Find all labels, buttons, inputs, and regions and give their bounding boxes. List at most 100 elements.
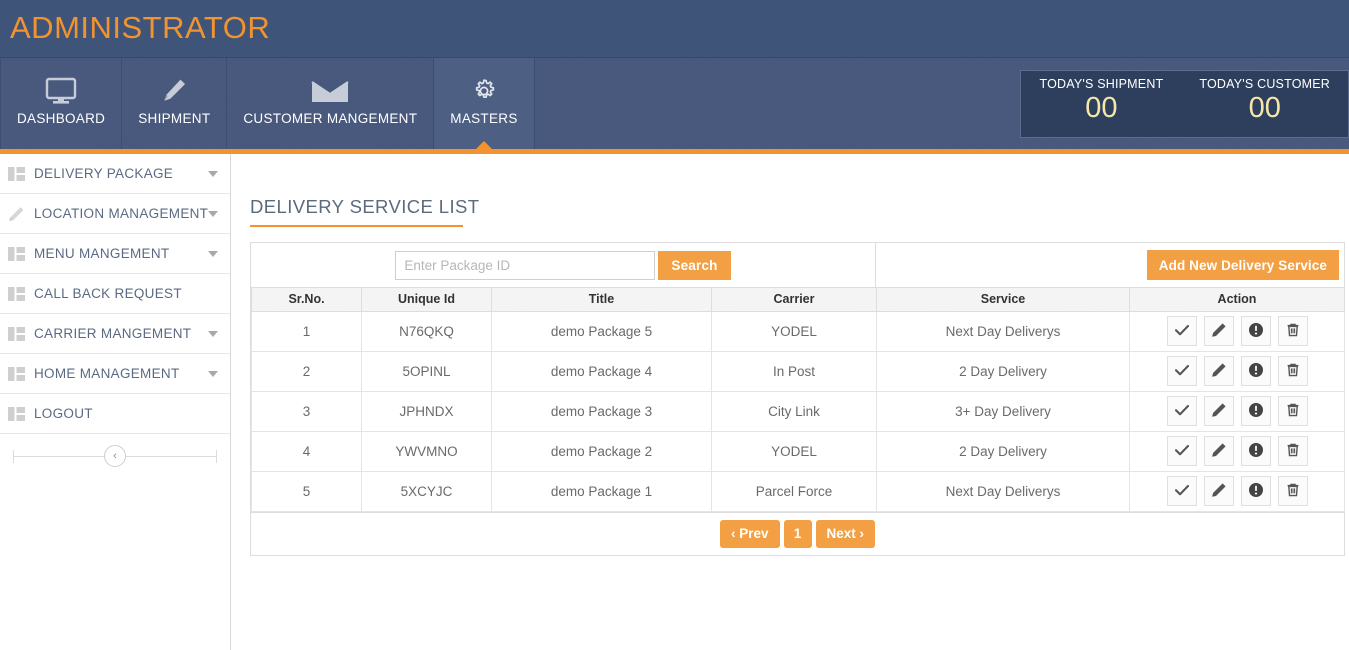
sidebar-item-label: CALL BACK REQUEST: [34, 286, 182, 301]
cell-carrier: YODEL: [711, 310, 877, 352]
check-icon: [1174, 322, 1190, 341]
pencil-action-button[interactable]: [1203, 396, 1234, 426]
info-action-button[interactable]: [1240, 356, 1271, 386]
cell-carrier: City Link: [711, 390, 877, 432]
trash-action-button[interactable]: [1277, 396, 1308, 426]
cell-srno: 4: [251, 430, 362, 472]
title-underline: [250, 225, 463, 227]
trash-icon: [1285, 322, 1301, 341]
column-header-service: Service: [876, 288, 1130, 312]
sidebar-item-carrier-mangement[interactable]: CARRIER MANGEMENT: [0, 314, 230, 354]
nav-item-masters[interactable]: MASTERS: [434, 58, 535, 150]
chevron-down-icon[interactable]: [208, 170, 218, 177]
column-header-action: Action: [1129, 288, 1345, 312]
info-action-button[interactable]: [1240, 396, 1271, 426]
stat-value: 00: [1085, 92, 1118, 124]
sidebar-item-delivery-package[interactable]: DELIVERY PACKAGE: [0, 154, 230, 194]
trash-action-button[interactable]: [1277, 356, 1308, 386]
nav-item-customer-mangement[interactable]: CUSTOMER MANGEMENT: [227, 58, 435, 150]
sidebar-item-menu-mangement[interactable]: MENU MANGEMENT: [0, 234, 230, 274]
pagination-prev-button[interactable]: ‹ Prev: [719, 519, 780, 548]
cell-srno: 5: [251, 470, 362, 512]
info-action-button[interactable]: [1240, 436, 1271, 466]
trash-action-button[interactable]: [1277, 436, 1308, 466]
check-action-button[interactable]: [1166, 436, 1197, 466]
pencil-action-button[interactable]: [1203, 316, 1234, 346]
nav-item-label: DASHBOARD: [17, 111, 106, 126]
nav-item-label: MASTERS: [450, 111, 518, 126]
stat-todays-customer: TODAY'S CUSTOMER 00: [1181, 77, 1348, 137]
grid-icon: [8, 326, 34, 341]
app-header: ADMINISTRATOR: [0, 0, 1349, 57]
info-icon: [1248, 402, 1264, 421]
info-action-button[interactable]: [1240, 316, 1271, 346]
table-row: 4 YWVMNO demo Package 2 YODEL 2 Day Delivery: [251, 430, 1345, 472]
pencil-icon: [1211, 362, 1227, 381]
chevron-down-icon[interactable]: [208, 370, 218, 377]
search-button[interactable]: Search: [658, 250, 731, 280]
sidebar-collapse-row: ‹: [0, 434, 230, 478]
sidebar-item-label: CARRIER MANGEMENT: [34, 326, 192, 341]
chevron-down-icon[interactable]: [208, 250, 218, 257]
grid-icon: [8, 166, 34, 181]
envelope-icon: [310, 73, 350, 109]
grid-icon: [8, 246, 34, 261]
stat-label: TODAY'S CUSTOMER: [1199, 77, 1330, 91]
chevron-down-icon[interactable]: [208, 330, 218, 337]
check-action-button[interactable]: [1166, 476, 1197, 506]
delivery-service-panel: Search Add New Delivery Service Sr.No. U…: [250, 242, 1345, 556]
sidebar: DELIVERY PACKAGE LOCATION MANAGEMENT MEN…: [0, 154, 231, 650]
column-header-title: Title: [491, 288, 712, 312]
cell-srno: 3: [251, 390, 362, 432]
add-new-delivery-service-button[interactable]: Add New Delivery Service: [1146, 250, 1339, 280]
cell-srno: 1: [251, 310, 362, 352]
cell-unique-id: JPHNDX: [361, 390, 492, 432]
pencil-action-button[interactable]: [1203, 356, 1234, 386]
chevron-down-icon[interactable]: [208, 210, 218, 217]
check-action-button[interactable]: [1166, 396, 1197, 426]
search-input[interactable]: [395, 250, 656, 280]
info-icon: [1248, 362, 1264, 381]
table-row: 3 JPHNDX demo Package 3 City Link 3+ Day Del…: [251, 390, 1345, 432]
search-area: Search: [251, 243, 876, 287]
pagination-page-1-button[interactable]: 1: [783, 519, 812, 548]
sidebar-item-location-management[interactable]: LOCATION MANAGEMENT: [0, 194, 230, 234]
nav-item-shipment[interactable]: SHIPMENT: [122, 58, 228, 150]
trash-action-button[interactable]: [1277, 476, 1308, 506]
pagination-next-button[interactable]: Next ›: [815, 519, 876, 548]
nav-item-label: CUSTOMER MANGEMENT: [243, 111, 418, 126]
trash-icon: [1285, 402, 1301, 421]
page-title: DELIVERY SERVICE LIST: [250, 196, 480, 217]
sidebar-collapse-button[interactable]: ‹: [104, 445, 126, 467]
column-header-srno: Sr.No.: [251, 288, 362, 312]
check-action-button[interactable]: [1166, 316, 1197, 346]
sidebar-item-home-management[interactable]: HOME MANAGEMENT: [0, 354, 230, 394]
sidebar-item-call-back-request[interactable]: CALL BACK REQUEST: [0, 274, 230, 314]
check-icon: [1174, 482, 1190, 501]
row-action-group: [1130, 356, 1344, 386]
pencil-action-button[interactable]: [1203, 476, 1234, 506]
sidebar-item-logout[interactable]: LOGOUT: [0, 394, 230, 434]
grid-icon: [8, 406, 34, 421]
stat-label: TODAY'S SHIPMENT: [1039, 77, 1164, 91]
table-toolbar: Search Add New Delivery Service: [251, 243, 1344, 288]
info-icon: [1248, 322, 1264, 341]
sidebar-item-label: LOCATION MANAGEMENT: [34, 206, 209, 221]
table-header-row: Sr.No. Unique Id Title Carrier Service A…: [251, 288, 1345, 312]
add-area: Add New Delivery Service: [876, 243, 1344, 287]
cell-unique-id: 5XCYJC: [361, 470, 492, 512]
cell-carrier: In Post: [711, 350, 877, 392]
cell-title: demo Package 1: [491, 470, 712, 512]
check-action-button[interactable]: [1166, 356, 1197, 386]
cell-service: 2 Day Delivery: [876, 430, 1130, 472]
row-action-group: [1130, 396, 1344, 426]
cell-service: Next Day Deliverys: [876, 470, 1130, 512]
table-row: 1 N76QKQ demo Package 5 YODEL Next Day Deliv…: [251, 310, 1345, 352]
cell-service: 3+ Day Delivery: [876, 390, 1130, 432]
trash-action-button[interactable]: [1277, 316, 1308, 346]
brand-title: ADMINISTRATOR: [10, 10, 271, 45]
pencil-action-button[interactable]: [1203, 436, 1234, 466]
info-action-button[interactable]: [1240, 476, 1271, 506]
nav-item-dashboard[interactable]: DASHBOARD: [0, 58, 123, 150]
monitor-icon: [44, 73, 78, 109]
